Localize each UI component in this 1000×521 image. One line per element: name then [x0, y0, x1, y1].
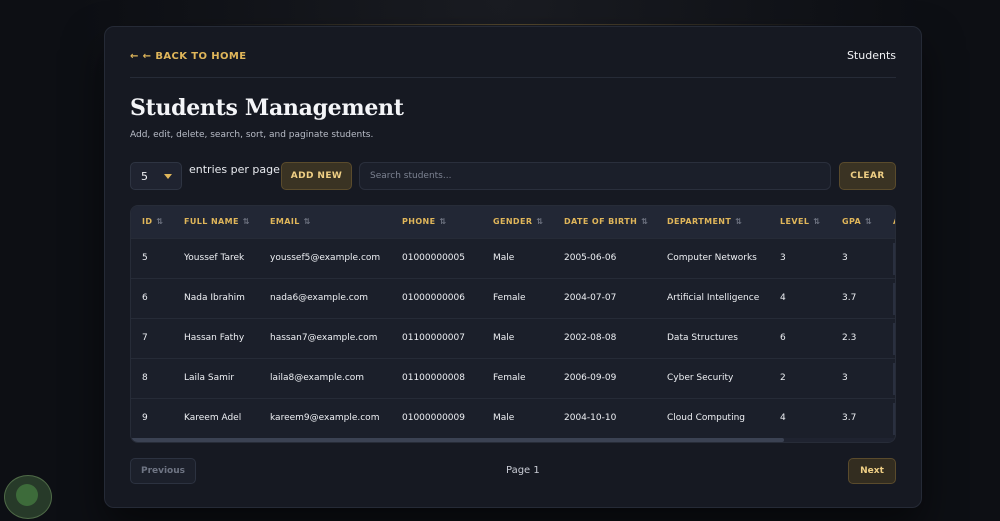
clear-button[interactable]: CLEAR — [839, 162, 896, 190]
table-row: 6 Nada Ibrahim nada6@example.com 0100000… — [131, 278, 895, 319]
cell-full-name: Nada Ibrahim — [184, 293, 245, 303]
action-cell-edge[interactable] — [893, 403, 895, 435]
entries-per-page-value: 5 — [141, 170, 148, 183]
cell-id: 5 — [142, 253, 148, 263]
cell-date-of-birth: 2004-07-07 — [564, 293, 617, 303]
cell-full-name: Hassan Fathy — [184, 333, 245, 343]
header-divider — [130, 77, 896, 78]
column-header-level[interactable]: LEVEL ⇅ — [780, 217, 820, 226]
action-cell-edge[interactable] — [893, 243, 895, 275]
cell-level: 4 — [780, 293, 786, 303]
column-header-full-name[interactable]: FULL NAME ⇅ — [184, 217, 250, 226]
cell-level: 3 — [780, 253, 786, 263]
table-row: 9 Kareem Adel kareem9@example.com 010000… — [131, 398, 895, 439]
cell-department: Computer Networks — [667, 253, 757, 263]
column-header-email[interactable]: EMAIL ⇅ — [270, 217, 311, 226]
cell-id: 8 — [142, 373, 148, 383]
logo-shield-icon — [16, 484, 38, 506]
sort-arrows-icon: ⇅ — [156, 217, 164, 226]
cell-date-of-birth: 2005-06-06 — [564, 253, 617, 263]
sort-arrows-icon: ⇅ — [865, 217, 873, 226]
cell-gpa: 2.3 — [842, 333, 857, 343]
cell-id: 6 — [142, 293, 148, 303]
sort-arrows-icon: ⇅ — [641, 217, 649, 226]
cell-email: nada6@example.com — [270, 293, 368, 303]
column-header-actions[interactable]: A — [893, 217, 895, 226]
action-cell-edge[interactable] — [893, 363, 895, 395]
cell-department: Data Structures — [667, 333, 738, 343]
cell-email: hassan7@example.com — [270, 333, 378, 343]
table-controls: 5 entries per page ADD NEW CLEAR — [130, 162, 896, 192]
cell-gpa: 3 — [842, 253, 848, 263]
sort-arrows-icon: ⇅ — [536, 217, 544, 226]
previous-page-button[interactable]: Previous — [130, 458, 196, 484]
cell-email: laila8@example.com — [270, 373, 365, 383]
cell-gender: Male — [493, 413, 515, 423]
cell-gpa: 3.7 — [842, 413, 857, 423]
cell-level: 4 — [780, 413, 786, 423]
cell-gender: Male — [493, 333, 515, 343]
cell-gender: Male — [493, 253, 515, 263]
cell-date-of-birth: 2006-09-09 — [564, 373, 617, 383]
cell-full-name: Laila Samir — [184, 373, 235, 383]
table-row: 8 Laila Samir laila8@example.com 0110000… — [131, 358, 895, 399]
search-input[interactable] — [359, 162, 831, 190]
sort-arrows-icon: ⇅ — [735, 217, 743, 226]
cell-department: Cyber Security — [667, 373, 734, 383]
sort-arrows-icon: ⇅ — [303, 217, 311, 226]
cell-email: youssef5@example.com — [270, 253, 381, 263]
cell-id: 9 — [142, 413, 148, 423]
cell-email: kareem9@example.com — [270, 413, 380, 423]
top-accent-line — [200, 24, 840, 25]
breadcrumb: Students — [846, 49, 896, 62]
scrollbar-thumb[interactable] — [131, 438, 784, 442]
back-to-home-link[interactable]: ← ← BACK TO HOME — [130, 51, 247, 62]
chevron-down-icon — [164, 174, 172, 179]
cell-gpa: 3.7 — [842, 293, 857, 303]
sort-arrows-icon: ⇅ — [813, 217, 821, 226]
column-header-department[interactable]: DEPARTMENT ⇅ — [667, 217, 742, 226]
cell-gender: Female — [493, 293, 526, 303]
cell-phone: 01000000005 — [402, 253, 465, 263]
column-header-id[interactable]: ID ⇅ — [142, 217, 164, 226]
page-title: Students Management — [130, 95, 404, 121]
column-header-date-of-birth[interactable]: DATE OF BIRTH ⇅ — [564, 217, 648, 226]
table-header: ID ⇅ FULL NAME ⇅ EMAIL ⇅ PHONE ⇅ GENDER ⇅ DAT… — [131, 206, 895, 238]
entries-per-page-select[interactable]: 5 — [130, 162, 182, 190]
sort-arrows-icon: ⇅ — [439, 217, 447, 226]
action-cell-edge[interactable] — [893, 283, 895, 315]
cell-id: 7 — [142, 333, 148, 343]
cell-phone: 01000000006 — [402, 293, 465, 303]
column-header-gender[interactable]: GENDER ⇅ — [493, 217, 544, 226]
cell-level: 2 — [780, 373, 786, 383]
cell-phone: 01100000008 — [402, 373, 465, 383]
cell-date-of-birth: 2004-10-10 — [564, 413, 617, 423]
students-table: ID ⇅ FULL NAME ⇅ EMAIL ⇅ PHONE ⇅ GENDER ⇅ DAT… — [130, 205, 896, 443]
add-new-button[interactable]: ADD NEW — [281, 162, 352, 190]
cell-gpa: 3 — [842, 373, 848, 383]
sort-arrows-icon: ⇅ — [242, 217, 250, 226]
cell-phone: 01000000009 — [402, 413, 465, 423]
column-header-phone[interactable]: PHONE ⇅ — [402, 217, 447, 226]
page-indicator: Page 1 — [506, 465, 540, 476]
students-card: ← ← BACK TO HOME Students Students Manag… — [104, 26, 922, 508]
cell-department: Artificial Intelligence — [667, 293, 760, 303]
table-row: 5 Youssef Tarek youssef5@example.com 010… — [131, 238, 895, 279]
action-cell-edge[interactable] — [893, 323, 895, 355]
table-row: 7 Hassan Fathy hassan7@example.com 01100… — [131, 318, 895, 359]
cell-phone: 01100000007 — [402, 333, 465, 343]
column-header-gpa[interactable]: GPA ⇅ — [842, 217, 872, 226]
cell-department: Cloud Computing — [667, 413, 745, 423]
cell-full-name: Kareem Adel — [184, 413, 242, 423]
page-subtitle: Add, edit, delete, search, sort, and pag… — [130, 130, 374, 140]
next-page-button[interactable]: Next — [848, 458, 896, 484]
cell-date-of-birth: 2002-08-08 — [564, 333, 617, 343]
cell-full-name: Youssef Tarek — [184, 253, 245, 263]
watermark-logo — [4, 475, 52, 519]
cell-level: 6 — [780, 333, 786, 343]
cell-gender: Female — [493, 373, 526, 383]
entries-per-page-label: entries per page — [189, 163, 280, 176]
